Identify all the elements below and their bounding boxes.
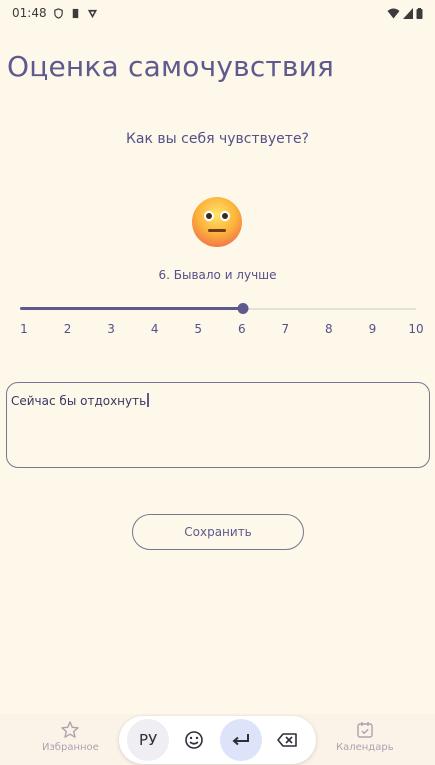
sd-card-icon xyxy=(72,8,78,18)
slider-tick-label: 4 xyxy=(150,322,159,336)
slider-tick-label: 5 xyxy=(194,322,203,336)
slider-tick-label: 7 xyxy=(281,322,290,336)
slider-thumb[interactable] xyxy=(237,303,249,314)
shield-icon xyxy=(53,7,63,19)
emoji-key[interactable] xyxy=(173,719,215,761)
smiley-icon xyxy=(185,731,204,749)
slider-tick-label: 1 xyxy=(20,322,28,336)
slider-tick-label: 8 xyxy=(325,322,333,336)
slider-ticks: 1 2 3 4 5 6 7 8 9 10 xyxy=(0,322,435,338)
backspace-icon xyxy=(277,733,297,747)
nav-item-favorites[interactable]: Избранное xyxy=(42,720,99,753)
battery-icon xyxy=(416,7,423,19)
slider-track-active xyxy=(20,307,240,310)
note-input-value: Сейчас бы отдохнуть xyxy=(11,394,147,408)
calendar-check-icon xyxy=(357,722,373,738)
slider-tick-label: 6 xyxy=(237,322,246,336)
slider-tick-label: 9 xyxy=(368,322,377,336)
keyboard-toolbar: РУ xyxy=(119,716,316,764)
status-bar: 01:48 xyxy=(0,0,435,26)
status-right xyxy=(387,7,423,19)
nav-item-favorites-label: Избранное xyxy=(42,742,99,753)
note-input[interactable]: Сейчас бы отдохнуть xyxy=(6,382,430,468)
mood-slider[interactable] xyxy=(20,302,416,316)
nav-item-calendar[interactable]: Календарь xyxy=(336,720,394,753)
slider-tick-label: 10 xyxy=(408,322,424,336)
signal-icon xyxy=(403,7,413,19)
star-icon xyxy=(61,721,80,738)
save-button[interactable]: Сохранить xyxy=(132,514,304,550)
enter-arrow-icon xyxy=(232,734,249,746)
text-cursor xyxy=(147,393,150,407)
page-title: Оценка самочувствия xyxy=(7,50,335,83)
wifi-icon xyxy=(387,8,400,18)
neutral-face-icon xyxy=(191,196,243,248)
keyboard-language-key[interactable]: РУ xyxy=(127,719,170,761)
mood-label: 6. Бывало и лучше xyxy=(158,268,277,282)
backspace-key[interactable] xyxy=(266,719,308,761)
slider-tick-label: 2 xyxy=(63,322,72,336)
vpn-icon xyxy=(87,9,97,18)
status-left: 01:48 xyxy=(12,6,98,20)
slider-tick-label: 3 xyxy=(107,322,115,336)
mood-question: Как вы себя чувствуете? xyxy=(125,131,309,147)
nav-item-calendar-label: Календарь xyxy=(336,742,394,753)
enter-key[interactable] xyxy=(219,719,262,761)
status-time: 01:48 xyxy=(12,6,47,20)
